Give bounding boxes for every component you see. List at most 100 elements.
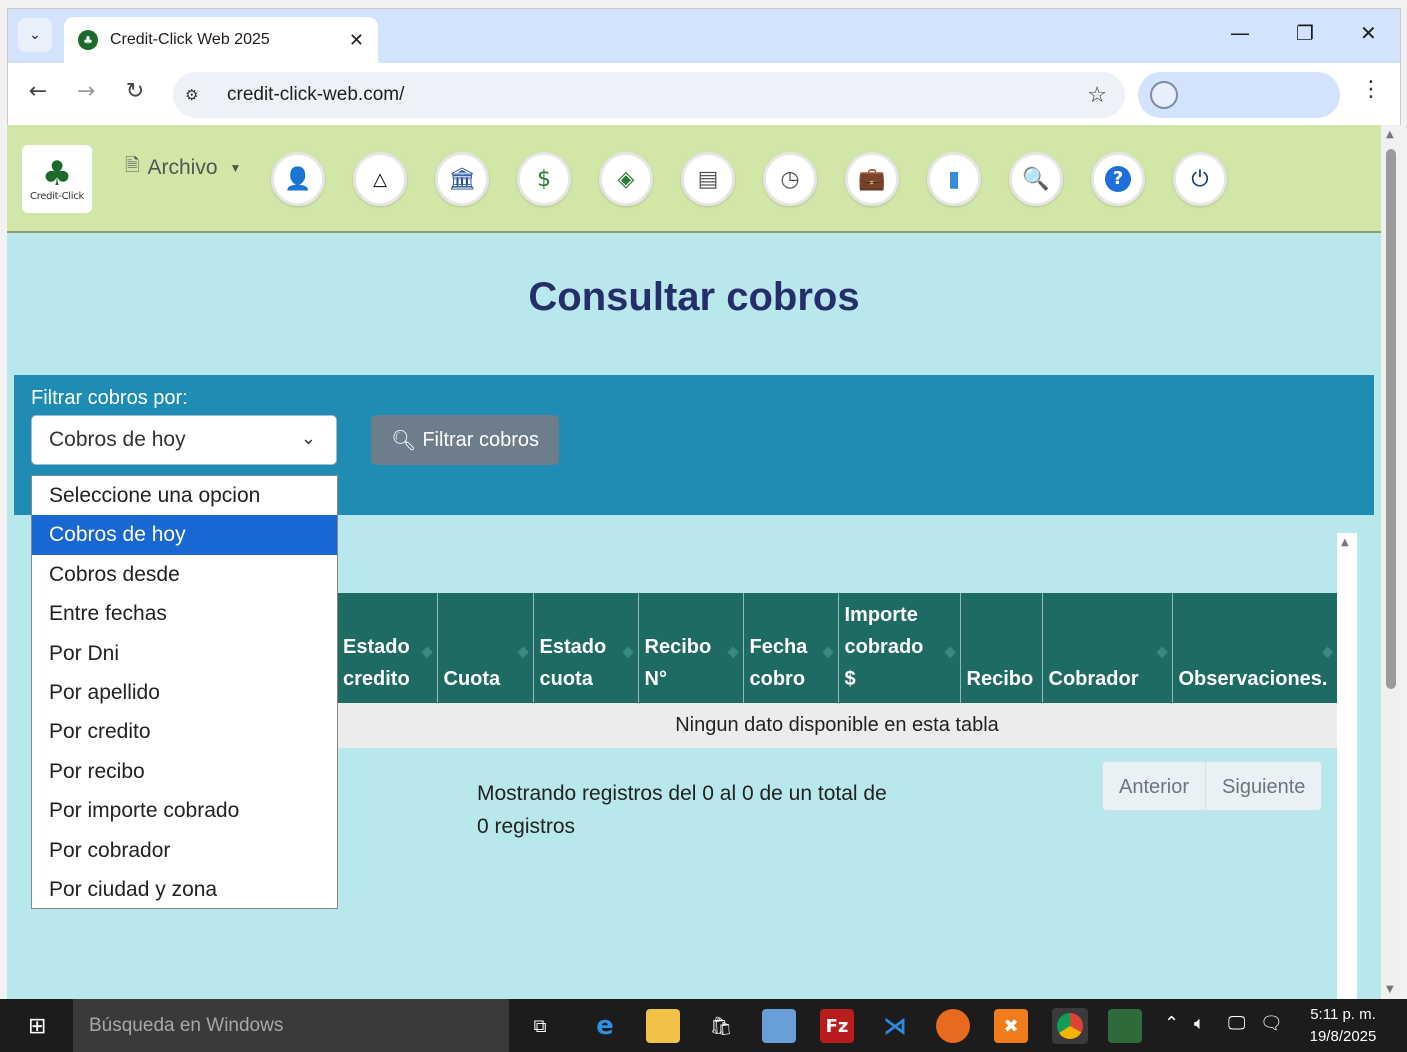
help-button[interactable]: ? <box>1091 152 1145 206</box>
filter-option[interactable]: Cobros de hoy <box>32 515 337 555</box>
archivo-menu[interactable]: 🗎 Archivo ▼ <box>125 153 241 183</box>
clock-time: 5:11 p. m. <box>1310 1006 1376 1023</box>
tab-search-button[interactable]: ⌄ <box>18 18 52 52</box>
store-icon[interactable]: 🛍 <box>704 1009 738 1043</box>
filter-select[interactable]: Cobros de hoy ⌄ <box>31 415 337 465</box>
money-chart-icon: $ <box>537 166 551 192</box>
filter-option[interactable]: Por importe cobrado <box>32 791 337 830</box>
network-icon[interactable]: 🖵 <box>1228 1013 1245 1034</box>
col-recibo[interactable]: Recibo <box>959 593 1042 703</box>
minimize-icon[interactable]: — <box>1230 21 1250 45</box>
calculator-button[interactable]: ▤ <box>681 152 735 206</box>
browser-tab[interactable]: ♣ Credit-Click Web 2025 ✕ <box>64 17 378 63</box>
filter-select-value: Cobros de hoy <box>49 428 186 451</box>
filter-option[interactable]: Por Dni <box>32 634 337 673</box>
task-view-icon[interactable]: ⧉ <box>523 1009 557 1043</box>
taskbar-search-placeholder: Búsqueda en Windows <box>89 1014 284 1036</box>
search-button[interactable]: 🔍 <box>1009 152 1063 206</box>
tab-close-icon[interactable]: ✕ <box>349 30 364 51</box>
briefcase-icon: 💼 <box>858 166 886 192</box>
person-icon: 👤 <box>284 166 312 192</box>
search-icon: 🔍︎ <box>390 429 417 452</box>
browser-toolbar: ← → ↻ ⚙ credit-click-web.com/ ☆ ⋮ <box>8 63 1400 126</box>
power-icon: ⏻ <box>1191 166 1209 192</box>
col-cobrador[interactable]: Cobrador ◆ <box>1041 593 1172 703</box>
scroll-down-icon[interactable]: ▼ <box>1386 984 1394 995</box>
archivo-label: Archivo <box>147 156 218 179</box>
filter-option[interactable]: Por apellido <box>32 673 337 712</box>
app-icon[interactable] <box>762 1009 796 1043</box>
app-logo[interactable]: ♣ Credit-Click <box>22 145 92 213</box>
next-page-button[interactable]: Siguiente <box>1206 762 1321 810</box>
filter-option[interactable]: Por cobrador <box>32 831 337 870</box>
address-bar[interactable]: ⚙ credit-click-web.com/ ☆ <box>173 72 1125 118</box>
shapes-button[interactable]: △ <box>353 152 407 206</box>
col-cuota[interactable]: Cuota ◆ <box>436 593 533 703</box>
table-scrollbar[interactable]: ▲ <box>1337 533 1357 999</box>
windows-taskbar: ⊞ Búsqueda en Windows ⧉ e 🛍 Fz ⋊ ✖ ⌃ 🔈︎ … <box>0 999 1407 1052</box>
filter-option[interactable]: Cobros desde <box>32 555 337 594</box>
filezilla-icon[interactable]: Fz <box>820 1009 854 1043</box>
vscode-icon[interactable]: ⋊ <box>878 1009 912 1043</box>
scroll-up-icon[interactable]: ▲ <box>1341 537 1349 548</box>
volume-icon[interactable]: 🔈︎ <box>1194 1013 1205 1034</box>
filter-option[interactable]: Por credito <box>32 712 337 751</box>
restore-icon[interactable]: ❐ <box>1296 21 1314 45</box>
logout-button[interactable]: ⏻ <box>1173 152 1227 206</box>
site-settings-icon[interactable]: ⚙ <box>185 86 211 104</box>
bar-chart-icon: ▮ <box>947 166 961 192</box>
clock-button[interactable]: ◷ <box>763 152 817 206</box>
windows-start-icon[interactable]: ⊞ <box>28 1014 46 1039</box>
col-estado-credito[interactable]: Estado credito ◆ <box>337 593 437 703</box>
bookmark-star-icon[interactable]: ☆ <box>1087 83 1107 108</box>
app-navbar: ♣ Credit-Click 🗎 Archivo ▼ 👤 △ 🏛 $ ◈ ▤ ◷… <box>7 125 1381 233</box>
table-info: Mostrando registros del 0 al 0 de un tot… <box>477 782 887 838</box>
col-fecha-cobro[interactable]: Fecha cobro ◆ <box>742 593 838 703</box>
caret-down-icon: ▼ <box>229 161 242 175</box>
briefcase-button[interactable]: 💼 <box>845 152 899 206</box>
clock-icon: ◷ <box>780 166 800 192</box>
col-observaciones[interactable]: Observaciones. ◆ <box>1171 593 1337 703</box>
url-text[interactable]: credit-click-web.com/ <box>227 84 1087 106</box>
firefox-icon[interactable] <box>936 1009 970 1043</box>
col-estado-cuota[interactable]: Estado cuota ◆ <box>532 593 638 703</box>
prev-page-button[interactable]: Anterior <box>1103 762 1207 810</box>
profile-button[interactable] <box>1138 72 1340 118</box>
person-button[interactable]: 👤 <box>271 152 325 206</box>
edge-icon[interactable]: e <box>588 1009 622 1043</box>
scroll-up-icon[interactable]: ▲ <box>1386 129 1394 140</box>
taskbar-clock[interactable]: 5:11 p. m. 19/8/2025 <box>1298 1004 1388 1048</box>
filter-button[interactable]: 🔍︎ Filtrar cobros <box>371 415 559 465</box>
col-importe-cobrado[interactable]: Importe cobrado $ ◆ <box>837 593 960 703</box>
tab-title: Credit-Click Web 2025 <box>110 31 270 48</box>
scrollbar-thumb[interactable] <box>1386 149 1396 689</box>
money-chart-button[interactable]: $ <box>517 152 571 206</box>
bank-button[interactable]: 🏛 <box>435 152 489 206</box>
notifications-icon[interactable]: 🗨 <box>1260 1013 1283 1034</box>
money-hand-button[interactable]: ◈ <box>599 152 653 206</box>
app-icon-2[interactable] <box>1108 1009 1142 1043</box>
page-title: Consultar cobros <box>528 275 860 319</box>
reload-icon[interactable]: ↻ <box>120 79 150 104</box>
logo-text: Credit-Click <box>30 190 84 202</box>
close-window-icon[interactable]: ✕ <box>1360 21 1377 45</box>
back-icon[interactable]: ← <box>23 79 53 104</box>
shapes-icon: △ <box>373 168 387 190</box>
page-scrollbar[interactable]: ▲ ▼ <box>1381 125 1401 999</box>
filter-option[interactable]: Por recibo <box>32 752 337 791</box>
forward-icon[interactable]: → <box>71 79 101 104</box>
bar-chart-button[interactable]: ▮ <box>927 152 981 206</box>
tray-chevron-up-icon[interactable]: ⌃ <box>1164 1013 1179 1034</box>
clover-favicon-icon: ♣ <box>78 30 98 50</box>
chrome-icon[interactable] <box>1052 1008 1088 1044</box>
table-row: Ningun dato disponible en esta tabla <box>337 703 1337 748</box>
xampp-icon[interactable]: ✖ <box>994 1009 1028 1043</box>
filter-option[interactable]: Seleccione una opcion <box>32 476 337 515</box>
browser-menu-icon[interactable]: ⋮ <box>1360 77 1382 102</box>
filter-option[interactable]: Por ciudad y zona <box>32 870 337 909</box>
money-hand-icon: ◈ <box>617 166 635 192</box>
filter-option[interactable]: Entre fechas <box>32 594 337 633</box>
col-recibo-n[interactable]: Recibo N° ◆ <box>637 593 743 703</box>
file-explorer-icon[interactable] <box>646 1009 680 1043</box>
taskbar-search[interactable]: Búsqueda en Windows <box>73 999 509 1052</box>
